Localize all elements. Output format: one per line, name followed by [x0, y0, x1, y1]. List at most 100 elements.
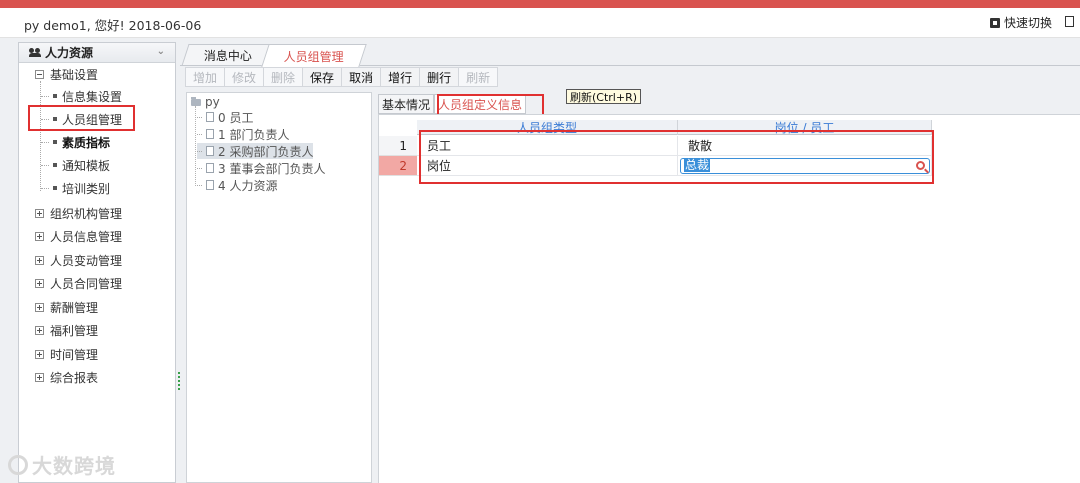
watermark: 大数跨境: [8, 450, 116, 479]
nav-item-info-set[interactable]: 信息集设置: [41, 85, 122, 107]
watermark-text: 大数跨境: [32, 454, 116, 478]
group-tree-panel: py 0 员工 1 部门负责人 2 采购部门负责人 3 董事会部门负责人 4 人…: [186, 92, 372, 483]
tree-dash: [41, 141, 49, 143]
nav-group-welfare[interactable]: 福利管理: [35, 319, 98, 341]
tree-item-label: 1 部门负责人: [218, 127, 290, 142]
tree-item-label: 4 人力资源: [218, 178, 278, 193]
expand-icon[interactable]: [35, 255, 44, 265]
nav-group-person-info[interactable]: 人员信息管理: [35, 225, 122, 247]
folder-icon: [191, 96, 201, 106]
refresh-button[interactable]: 刷新: [458, 67, 499, 87]
add-button[interactable]: 增加: [185, 67, 226, 87]
document-icon: [206, 129, 214, 139]
tree-item[interactable]: 0 员工: [197, 109, 253, 125]
nav-group-contract[interactable]: 人员合同管理: [35, 272, 122, 294]
tree-dash: [197, 184, 202, 186]
collapse-icon[interactable]: [35, 69, 44, 79]
nav-group-label: 人员信息管理: [50, 229, 123, 244]
tree-dash: [197, 116, 202, 118]
expand-icon[interactable]: [35, 208, 44, 218]
module-header[interactable]: 人力资源 ⌄: [19, 43, 175, 63]
bullet-icon: [53, 94, 57, 98]
bullet-icon: [53, 186, 57, 190]
tree-item-label: 3 董事会部门负责人: [218, 161, 326, 176]
subtab-basic-info[interactable]: 基本情况: [378, 94, 435, 114]
top-accent-bar: [0, 0, 1080, 8]
nav-item-label: 培训类别: [62, 181, 111, 196]
tree-dash: [197, 167, 202, 169]
main-tabs: 消息中心 人员组管理: [181, 44, 367, 67]
row-number: 2: [379, 156, 417, 176]
nav-group-time[interactable]: 时间管理: [35, 343, 98, 365]
module-title: 人力资源: [45, 46, 94, 60]
edit-button[interactable]: 修改: [224, 67, 265, 87]
app-header: py demo1, 您好! 2018-06-06 快速切换: [0, 8, 1080, 38]
tree-item[interactable]: 3 董事会部门负责人: [197, 160, 325, 176]
quick-switch-button[interactable]: 快速切换: [989, 14, 1052, 31]
tree-item-selected[interactable]: 2 采购部门负责人: [197, 143, 314, 159]
nav-group-reports[interactable]: 综合报表: [35, 366, 98, 388]
tree-dash: [197, 150, 202, 152]
bullet-icon: [53, 163, 57, 167]
nav-item-training-category[interactable]: 培训类别: [41, 177, 110, 199]
document-icon: [206, 180, 214, 190]
panel-splitter-handle[interactable]: [178, 372, 180, 390]
quick-switch-label: 快速切换: [1003, 16, 1052, 30]
nav-group-label: 综合报表: [50, 370, 99, 385]
nav-item-label: 信息集设置: [62, 89, 123, 104]
nav-group-org[interactable]: 组织机构管理: [35, 202, 122, 224]
add-row-button[interactable]: 增行: [380, 67, 421, 87]
welcome-text: py demo1, 您好! 2018-06-06: [24, 18, 202, 33]
annotation-highlight-sidebar: [28, 105, 135, 131]
expand-icon[interactable]: [35, 325, 44, 335]
tree-connector: [195, 106, 196, 186]
nav-group-label: 福利管理: [50, 323, 99, 338]
save-button[interactable]: 保存: [302, 67, 343, 87]
nav-item-label: 通知模板: [62, 158, 111, 173]
tree-root-label: py: [205, 95, 220, 109]
document-icon: [206, 146, 214, 156]
tab-person-group[interactable]: 人员组管理: [261, 44, 367, 67]
tree-item-label: 0 员工: [218, 110, 254, 125]
annotation-highlight-grid: [419, 130, 934, 184]
nav-group-person-change[interactable]: 人员变动管理: [35, 249, 122, 271]
watermark-logo-icon: [8, 454, 28, 475]
nav-group-label: 人员合同管理: [50, 276, 123, 291]
expand-icon[interactable]: [35, 302, 44, 312]
nav-basic-settings-label: 基础设置: [50, 67, 99, 82]
cancel-button[interactable]: 取消: [341, 67, 382, 87]
expand-icon[interactable]: [35, 231, 44, 241]
tree-item[interactable]: 1 部门负责人: [197, 126, 289, 142]
tree-dash: [41, 187, 49, 189]
expand-icon[interactable]: [35, 372, 44, 382]
expand-icon[interactable]: [35, 349, 44, 359]
tab-label: 消息中心: [203, 49, 252, 63]
nav-group-label: 组织机构管理: [50, 206, 123, 221]
refresh-tooltip: 刷新(Ctrl+R): [566, 89, 642, 104]
delete-row-button[interactable]: 删行: [419, 67, 460, 87]
row-number: 1: [379, 136, 417, 156]
people-icon: [29, 47, 41, 58]
nav-group-salary[interactable]: 薪酬管理: [35, 296, 98, 318]
nav-item-quality-index[interactable]: 素质指标: [41, 131, 110, 153]
quick-switch-icon: [989, 17, 1000, 28]
tab-message-center[interactable]: 消息中心: [181, 44, 275, 66]
expand-icon[interactable]: [35, 278, 44, 288]
tree-dash: [41, 95, 49, 97]
tree-dash: [197, 133, 202, 135]
tab-label: 人员组管理: [283, 49, 344, 64]
nav-item-notice-template[interactable]: 通知模板: [41, 154, 110, 176]
document-icon: [206, 163, 214, 173]
toolbar: 增加 修改 删除 保存 取消 增行 删行 刷新: [185, 67, 499, 87]
bullet-icon: [53, 140, 57, 144]
chevron-down-icon[interactable]: ⌄: [157, 46, 165, 57]
nav-group-label: 薪酬管理: [50, 300, 99, 315]
nav-item-label: 素质指标: [62, 135, 111, 150]
tree-dash: [41, 164, 49, 166]
document-icon[interactable]: [1065, 16, 1074, 27]
tree-item[interactable]: 4 人力资源: [197, 177, 277, 193]
nav-basic-settings[interactable]: 基础设置: [35, 63, 98, 85]
nav-group-label: 时间管理: [50, 347, 99, 362]
tree-item-label: 2 采购部门负责人: [218, 144, 314, 159]
delete-button[interactable]: 删除: [263, 67, 304, 87]
